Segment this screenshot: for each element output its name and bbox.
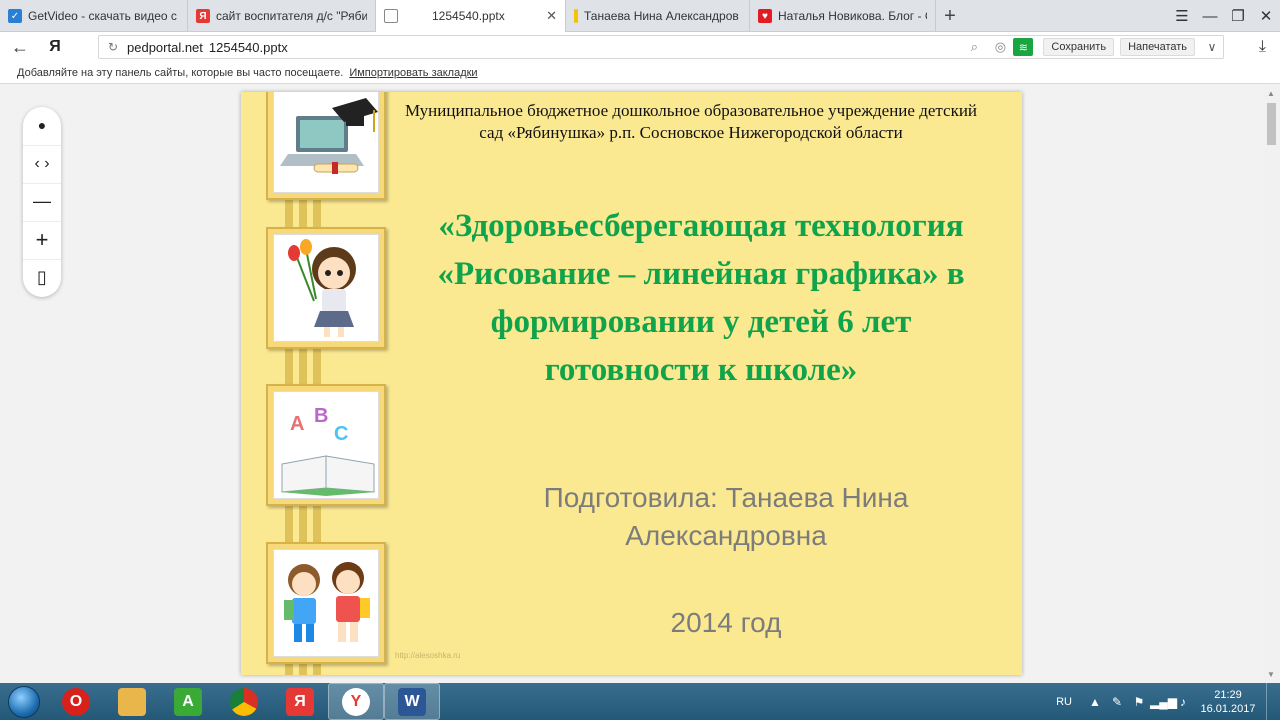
- chrome-icon: [230, 687, 258, 716]
- laptop-graduation-image: [266, 92, 386, 200]
- tab-tanaeva[interactable]: Танаева Нина Александров: [566, 0, 750, 32]
- taskbar-explorer[interactable]: [104, 683, 160, 720]
- scroll-down-icon[interactable]: ▼: [1267, 670, 1275, 679]
- tab-label: GetVideo - скачать видео с: [28, 9, 177, 23]
- back-arrow-icon[interactable]: ←: [0, 37, 40, 58]
- tray-arrow-icon[interactable]: ▲: [1084, 695, 1106, 709]
- tab-label: Наталья Новикова. Блог - С: [778, 9, 927, 23]
- document-icon: [384, 9, 398, 23]
- clock-time: 21:29: [1214, 688, 1242, 701]
- address-row: ← Я ↻ pedportal.net 1254540.pptx ⌕ ◎ ≋ С…: [0, 32, 1280, 62]
- tab-close-icon[interactable]: ✕: [538, 8, 557, 24]
- abc-letter-a: A: [290, 413, 304, 435]
- network-signal-icon[interactable]: ▂▄▆: [1150, 695, 1177, 709]
- system-tray: RU ▲ ✎ ⚑ ▂▄▆ ♪ 21:29 16.01.2017: [1056, 683, 1280, 720]
- address-bar[interactable]: ↻ pedportal.net 1254540.pptx ⌕ ◎ ≋ Сохра…: [98, 35, 1224, 59]
- pedportal-favicon-icon: [574, 9, 578, 23]
- taskbar-yandex[interactable]: Я: [272, 683, 328, 720]
- organization-name: Муниципальное бюджетное дошкольное образ…: [404, 101, 978, 142]
- tab-pptx[interactable]: 1254540.pptx ✕: [376, 0, 566, 32]
- clock[interactable]: 21:29 16.01.2017: [1194, 688, 1262, 716]
- protect-wifi-icon[interactable]: ≋: [1013, 38, 1034, 56]
- chevron-down-icon[interactable]: ∨: [1201, 40, 1223, 54]
- scrollbar-thumb[interactable]: [1267, 103, 1276, 145]
- presentation-slide: A B C Муниципальное бюджетное дошкольное…: [241, 92, 1022, 675]
- restore-icon[interactable]: ❐: [1224, 7, 1252, 25]
- dot-icon[interactable]: ●: [23, 107, 61, 143]
- children-backpacks-image: [266, 542, 386, 664]
- new-tab-button[interactable]: +: [936, 0, 964, 32]
- word-icon: W: [398, 687, 426, 716]
- yandex-favicon-icon: Я: [196, 9, 210, 23]
- bookmarks-hint: Добавляйте на эту панель сайты, которые …: [17, 66, 344, 79]
- laptop-icon: [280, 98, 378, 174]
- volume-icon[interactable]: ♪: [1172, 695, 1194, 709]
- bookmarks-bar: Добавляйте на эту панель сайты, которые …: [0, 62, 1280, 84]
- slide-author: Подготовила: Танаева Нина Александровна: [543, 482, 909, 551]
- zoom-out-icon[interactable]: —: [23, 183, 61, 219]
- taskbar-chrome[interactable]: [216, 683, 272, 720]
- tab-label: 1254540.pptx: [432, 9, 505, 23]
- abc-letter-c: C: [334, 423, 348, 445]
- taskbar-opera[interactable]: O: [48, 683, 104, 720]
- address-actions: ⌕ ◎ ≋ Сохранить Напечатать ∨: [961, 36, 1223, 58]
- viewer-controls: ● ‹ › — + ▯: [23, 107, 61, 297]
- tab-label: Танаева Нина Александров: [584, 9, 739, 23]
- menu-icon[interactable]: ☰: [1168, 7, 1196, 25]
- show-desktop-button[interactable]: [1266, 683, 1280, 720]
- slide-watermark: http://alesoshka.ru: [395, 651, 461, 660]
- address-path: 1254540.pptx: [208, 39, 288, 55]
- tray-flag-icon[interactable]: ⚑: [1128, 695, 1150, 709]
- close-window-icon[interactable]: ✕: [1252, 7, 1280, 25]
- search-icon[interactable]: ⌕: [961, 39, 987, 55]
- zoom-in-icon[interactable]: +: [23, 221, 61, 257]
- girl-with-tulips-image: [266, 227, 386, 349]
- tab-getvideo[interactable]: ✓ GetVideo - скачать видео с: [0, 0, 188, 32]
- taskbar-yandex-browser[interactable]: Y: [328, 683, 384, 720]
- slide-year: 2014 год: [670, 607, 782, 638]
- taskbar-word[interactable]: W: [384, 683, 440, 720]
- start-button[interactable]: [0, 683, 48, 720]
- taskbar-apteka[interactable]: A: [160, 683, 216, 720]
- address-domain: pedportal.net: [127, 39, 203, 55]
- print-button[interactable]: Напечатать: [1120, 38, 1195, 56]
- apteka-icon: A: [174, 687, 202, 716]
- book-icon: A B C: [280, 405, 376, 496]
- windows-taskbar: O A Я Y W RU ▲ ✎ ⚑ ▂▄▆ ♪ 21:29 16.01.201…: [0, 683, 1280, 720]
- download-icon[interactable]: ⤓: [1259, 38, 1266, 56]
- language-indicator[interactable]: RU: [1056, 696, 1072, 708]
- yandex-browser-icon: Y: [342, 687, 370, 716]
- save-button[interactable]: Сохранить: [1043, 38, 1115, 56]
- folder-icon: [118, 687, 146, 716]
- heart-favicon-icon: ♥: [758, 9, 772, 23]
- opera-icon: O: [62, 687, 90, 716]
- globe-icon[interactable]: ◎: [987, 39, 1013, 55]
- tray-tools-icon[interactable]: ✎: [1106, 695, 1128, 709]
- fit-page-icon[interactable]: ▯: [23, 259, 61, 295]
- girl-icon: [288, 239, 356, 337]
- abc-book-image: A B C: [266, 384, 386, 506]
- getvideo-favicon-icon: ✓: [8, 9, 22, 23]
- yandex-logo-icon[interactable]: Я: [40, 38, 70, 56]
- tab-novikova-blog[interactable]: ♥ Наталья Новикова. Блог - С: [750, 0, 936, 32]
- abc-letter-b: B: [314, 405, 328, 427]
- minimize-icon[interactable]: —: [1196, 8, 1224, 25]
- yandex-icon: Я: [286, 687, 314, 716]
- slide-title: «Здоровьесберегающая технология «Рисован…: [437, 208, 965, 388]
- window-controls: ☰ — ❐ ✕: [1168, 0, 1280, 32]
- viewer-scrollbar[interactable]: ▲ ▼: [1263, 85, 1280, 683]
- tab-label: сайт воспитателя д/с "Рябин: [216, 9, 367, 23]
- windows-logo-icon: [8, 685, 40, 718]
- tab-strip: ✓ GetVideo - скачать видео с Я сайт восп…: [0, 0, 1280, 32]
- clock-date: 16.01.2017: [1200, 702, 1256, 715]
- prev-next-icon[interactable]: ‹ ›: [23, 145, 61, 181]
- scroll-up-icon[interactable]: ▲: [1267, 89, 1275, 98]
- reload-icon[interactable]: ↻: [99, 40, 127, 54]
- children-icon: [284, 562, 370, 642]
- import-bookmarks-link[interactable]: Импортировать закладки: [349, 67, 477, 79]
- tab-site-vospitatelya[interactable]: Я сайт воспитателя д/с "Рябин: [188, 0, 376, 32]
